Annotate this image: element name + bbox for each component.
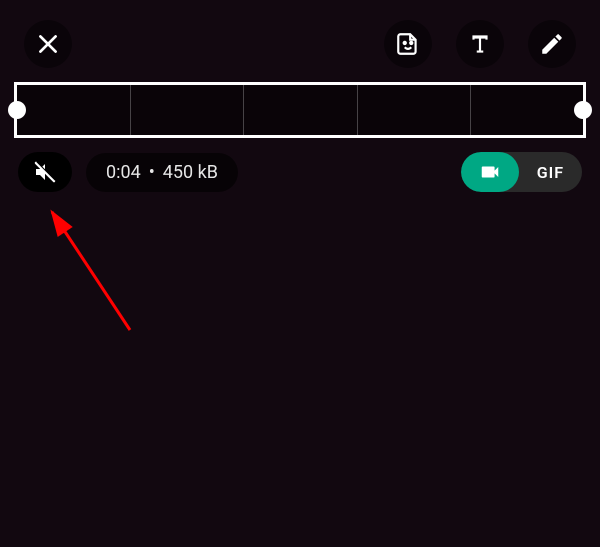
toolbar-left [24,20,72,68]
trimmer-tick [130,85,131,135]
toggle-option-gif[interactable]: GIF [519,152,582,192]
video-camera-icon [479,161,501,183]
mute-button[interactable] [18,152,72,192]
trimmer-tick [470,85,471,135]
video-gif-toggle: GIF [461,152,582,192]
video-info-pill: 0:04 • 450 kB [86,153,238,192]
trim-handle-end[interactable] [574,101,592,119]
sticker-icon [395,31,421,57]
filesize-label: 450 kB [163,162,218,183]
trim-handle-start[interactable] [8,101,26,119]
text-button[interactable] [456,20,504,68]
video-trimmer-row [0,70,600,138]
toolbar-right [384,20,576,68]
sticker-button[interactable] [384,20,432,68]
info-separator: • [149,162,155,183]
text-icon [467,31,493,57]
annotation-arrow [40,200,160,340]
gif-label: GIF [537,163,564,182]
close-icon [35,31,61,57]
speaker-muted-icon [33,160,57,184]
info-row: 0:04 • 450 kB GIF [0,138,600,192]
trimmer-tick [243,85,244,135]
trimmer-tick [357,85,358,135]
close-button[interactable] [24,20,72,68]
video-trimmer[interactable] [14,82,586,138]
toggle-option-video[interactable] [461,152,519,192]
draw-button[interactable] [528,20,576,68]
duration-label: 0:04 [106,162,141,183]
pencil-icon [539,31,565,57]
top-toolbar [0,0,600,70]
